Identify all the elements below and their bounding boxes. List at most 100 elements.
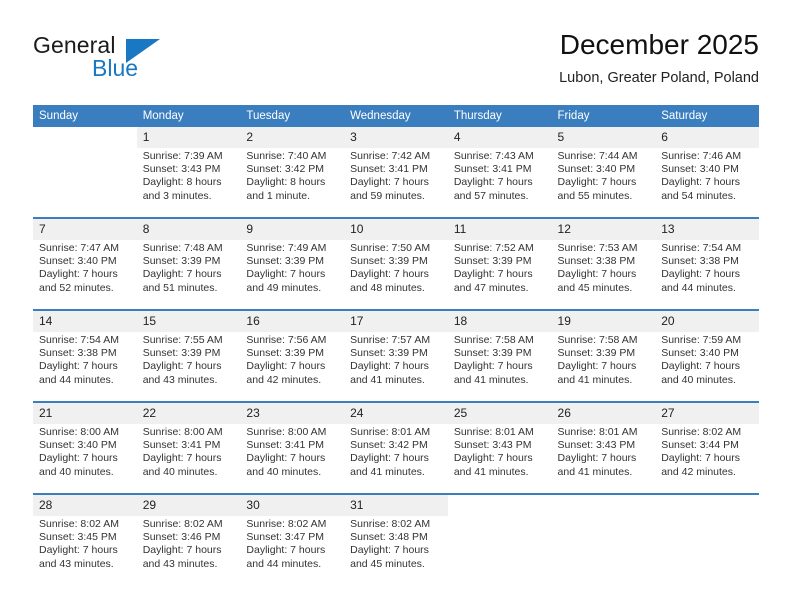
calendar-day-cell[interactable]: 13 Sunrise: 7:54 AM Sunset: 3:38 PM Dayligh… (655, 217, 759, 310)
day-detail-sunrise: Sunrise: 7:58 AM (557, 334, 638, 346)
day-detail-daylight2: and 41 minutes. (557, 465, 633, 478)
title-block: December 2025 Lubon, Greater Poland, Pol… (559, 28, 759, 88)
calendar-header-row: Sunday Monday Tuesday Wednesday Thursday… (33, 105, 759, 127)
location-subtitle: Lubon, Greater Poland, Poland (559, 70, 759, 86)
day-detail-daylight1: Daylight: 7 hours (557, 268, 637, 281)
day-cell-inner: 6 Sunrise: 7:46 AM Sunset: 3:40 PM Daylight… (655, 127, 759, 215)
day-detail-daylight1: Daylight: 7 hours (661, 452, 741, 465)
day-details: Sunrise: 7:44 AM Sunset: 3:40 PM Daylight:… (552, 148, 656, 203)
day-number: 7 (33, 219, 137, 240)
calendar-day-cell[interactable]: 12 Sunrise: 7:53 AM Sunset: 3:38 PM Dayligh… (551, 217, 656, 310)
day-detail-daylight1: Daylight: 7 hours (350, 176, 429, 189)
day-details: Sunrise: 7:42 AM Sunset: 3:41 PM Daylight:… (344, 148, 448, 203)
calendar-day-cell[interactable]: 1 Sunrise: 7:39 AM Sunset: 3:43 PM Daylight… (136, 127, 241, 218)
day-detail-sunrise: Sunrise: 7:43 AM (453, 150, 534, 162)
day-detail-daylight1: Daylight: 7 hours (453, 268, 533, 281)
day-detail-sunset: Sunset: 3:38 PM (39, 347, 117, 360)
calendar-day-cell[interactable]: 16 Sunrise: 7:56 AM Sunset: 3:39 PM Dayligh… (240, 309, 345, 402)
day-detail-daylight1: Daylight: 7 hours (39, 452, 118, 465)
calendar-day-cell[interactable]: 27 Sunrise: 8:02 AM Sunset: 3:44 PM Dayligh… (655, 401, 759, 494)
calendar-day-cell[interactable]: 18 Sunrise: 7:58 AM Sunset: 3:39 PM Dayligh… (447, 309, 552, 402)
day-detail-sunset: Sunset: 3:39 PM (350, 255, 428, 268)
day-detail-sunrise: Sunrise: 8:01 AM (453, 426, 534, 438)
day-number: 21 (33, 403, 137, 424)
day-detail-sunrise: Sunrise: 7:46 AM (661, 150, 742, 162)
day-detail-sunrise: Sunrise: 8:02 AM (246, 518, 327, 530)
day-details: Sunrise: 8:01 AM Sunset: 3:43 PM Daylight:… (448, 424, 552, 479)
day-detail-sunrise: Sunrise: 7:54 AM (39, 334, 119, 346)
day-cell-inner: 19 Sunrise: 7:58 AM Sunset: 3:39 PM Dayligh… (551, 311, 656, 399)
day-detail-daylight1: Daylight: 7 hours (453, 360, 533, 373)
day-cell-inner: 10 Sunrise: 7:50 AM Sunset: 3:39 PM Dayligh… (344, 219, 448, 307)
calendar-day-cell[interactable]: 29 Sunrise: 8:02 AM Sunset: 3:46 PM Dayligh… (136, 493, 241, 585)
day-detail-daylight2: and 51 minutes. (142, 281, 218, 294)
day-cell-inner (655, 495, 759, 583)
day-details: Sunrise: 7:50 AM Sunset: 3:39 PM Daylight:… (344, 240, 448, 295)
calendar-day-cell[interactable]: 23 Sunrise: 8:00 AM Sunset: 3:41 PM Dayligh… (240, 401, 345, 494)
day-detail-sunrise: Sunrise: 7:55 AM (142, 334, 223, 346)
calendar-day-cell[interactable]: 24 Sunrise: 8:01 AM Sunset: 3:42 PM Dayligh… (344, 401, 448, 494)
day-number: 22 (136, 403, 241, 424)
calendar-day-cell[interactable]: 10 Sunrise: 7:50 AM Sunset: 3:39 PM Dayligh… (344, 217, 448, 310)
day-cell-inner: 18 Sunrise: 7:58 AM Sunset: 3:39 PM Dayligh… (447, 311, 552, 399)
day-details: Sunrise: 7:49 AM Sunset: 3:39 PM Daylight:… (240, 240, 344, 295)
calendar-week-row: 7 Sunrise: 7:47 AM Sunset: 3:40 PM Daylight… (33, 217, 759, 310)
calendar-table: Sunday Monday Tuesday Wednesday Thursday… (33, 105, 759, 585)
calendar-day-cell[interactable]: 17 Sunrise: 7:57 AM Sunset: 3:39 PM Dayligh… (344, 309, 448, 402)
calendar-day-cell[interactable]: 26 Sunrise: 8:01 AM Sunset: 3:43 PM Dayligh… (551, 401, 656, 494)
day-details: Sunrise: 7:59 AM Sunset: 3:40 PM Daylight:… (655, 332, 759, 387)
calendar-day-cell[interactable]: 5 Sunrise: 7:44 AM Sunset: 3:40 PM Daylight… (551, 127, 656, 218)
day-details (655, 516, 759, 518)
day-cell-inner: 9 Sunrise: 7:49 AM Sunset: 3:39 PM Daylight… (240, 219, 345, 307)
day-detail-sunrise: Sunrise: 7:54 AM (661, 242, 742, 254)
day-number: 18 (447, 311, 552, 332)
calendar-day-cell[interactable]: 11 Sunrise: 7:52 AM Sunset: 3:39 PM Dayligh… (447, 217, 552, 310)
day-details: Sunrise: 8:02 AM Sunset: 3:45 PM Daylight:… (33, 516, 137, 571)
day-cell-inner: 8 Sunrise: 7:48 AM Sunset: 3:39 PM Daylight… (136, 219, 241, 307)
calendar-day-cell[interactable]: 6 Sunrise: 7:46 AM Sunset: 3:40 PM Daylight… (655, 127, 759, 218)
calendar-day-cell[interactable]: 4 Sunrise: 7:43 AM Sunset: 3:41 PM Daylight… (447, 127, 552, 218)
day-number: 10 (344, 219, 448, 240)
calendar-day-cell[interactable]: 22 Sunrise: 8:00 AM Sunset: 3:41 PM Dayligh… (136, 401, 241, 494)
calendar-week-row: 28 Sunrise: 8:02 AM Sunset: 3:45 PM Dayligh… (33, 493, 759, 585)
calendar-day-cell[interactable]: 31 Sunrise: 8:02 AM Sunset: 3:48 PM Dayligh… (344, 493, 448, 585)
calendar-day-cell[interactable]: 14 Sunrise: 7:54 AM Sunset: 3:38 PM Dayligh… (33, 309, 137, 402)
day-details: Sunrise: 7:54 AM Sunset: 3:38 PM Daylight:… (655, 240, 759, 295)
day-details: Sunrise: 8:01 AM Sunset: 3:42 PM Daylight:… (344, 424, 448, 479)
calendar-day-cell[interactable]: 21 Sunrise: 8:00 AM Sunset: 3:40 PM Dayligh… (33, 401, 137, 494)
calendar-day-cell[interactable]: 20 Sunrise: 7:59 AM Sunset: 3:40 PM Dayligh… (655, 309, 759, 402)
day-cell-inner: 3 Sunrise: 7:42 AM Sunset: 3:41 PM Daylight… (344, 127, 448, 215)
day-details (448, 516, 552, 518)
day-details: Sunrise: 7:57 AM Sunset: 3:39 PM Daylight:… (344, 332, 448, 387)
day-number: 1 (136, 127, 241, 148)
calendar-day-cell[interactable]: 15 Sunrise: 7:55 AM Sunset: 3:39 PM Dayligh… (136, 309, 241, 402)
day-detail-sunrise: Sunrise: 8:02 AM (350, 518, 431, 530)
day-cell-inner: 29 Sunrise: 8:02 AM Sunset: 3:46 PM Dayligh… (136, 495, 241, 583)
calendar-day-cell[interactable]: 9 Sunrise: 7:49 AM Sunset: 3:39 PM Daylight… (240, 217, 345, 310)
weekday-header-thursday: Thursday (447, 105, 552, 127)
weekday-header-saturday: Saturday (655, 105, 759, 127)
calendar-day-cell[interactable]: 7 Sunrise: 7:47 AM Sunset: 3:40 PM Daylight… (33, 217, 137, 310)
day-number: 25 (447, 403, 552, 424)
day-number: 27 (655, 403, 759, 424)
day-detail-sunset: Sunset: 3:43 PM (557, 439, 636, 452)
calendar-day-cell[interactable]: 3 Sunrise: 7:42 AM Sunset: 3:41 PM Daylight… (344, 127, 448, 218)
day-detail-daylight1: Daylight: 7 hours (350, 452, 429, 465)
day-number: 4 (447, 127, 552, 148)
calendar-day-cell[interactable]: 2 Sunrise: 7:40 AM Sunset: 3:42 PM Daylight… (240, 127, 345, 218)
day-detail-daylight1: Daylight: 7 hours (557, 452, 637, 465)
brand-logo[interactable]: General Blue (33, 32, 213, 90)
calendar-day-cell[interactable]: 19 Sunrise: 7:58 AM Sunset: 3:39 PM Dayligh… (551, 309, 656, 402)
day-detail-sunrise: Sunrise: 7:53 AM (557, 242, 638, 254)
day-number: 12 (551, 219, 656, 240)
day-detail-sunrise: Sunrise: 8:00 AM (39, 426, 119, 438)
day-number: 6 (655, 127, 759, 148)
weekday-header-sunday: Sunday (33, 105, 137, 127)
calendar-day-cell[interactable]: 25 Sunrise: 8:01 AM Sunset: 3:43 PM Dayligh… (447, 401, 552, 494)
calendar-day-cell[interactable]: 30 Sunrise: 8:02 AM Sunset: 3:47 PM Dayligh… (240, 493, 345, 585)
day-details: Sunrise: 8:02 AM Sunset: 3:48 PM Daylight:… (344, 516, 448, 571)
calendar-day-cell[interactable]: 28 Sunrise: 8:02 AM Sunset: 3:45 PM Dayligh… (33, 493, 137, 585)
day-detail-sunset: Sunset: 3:40 PM (661, 347, 739, 360)
calendar-day-cell[interactable]: 8 Sunrise: 7:48 AM Sunset: 3:39 PM Daylight… (136, 217, 241, 310)
day-detail-sunrise: Sunrise: 7:50 AM (350, 242, 431, 254)
